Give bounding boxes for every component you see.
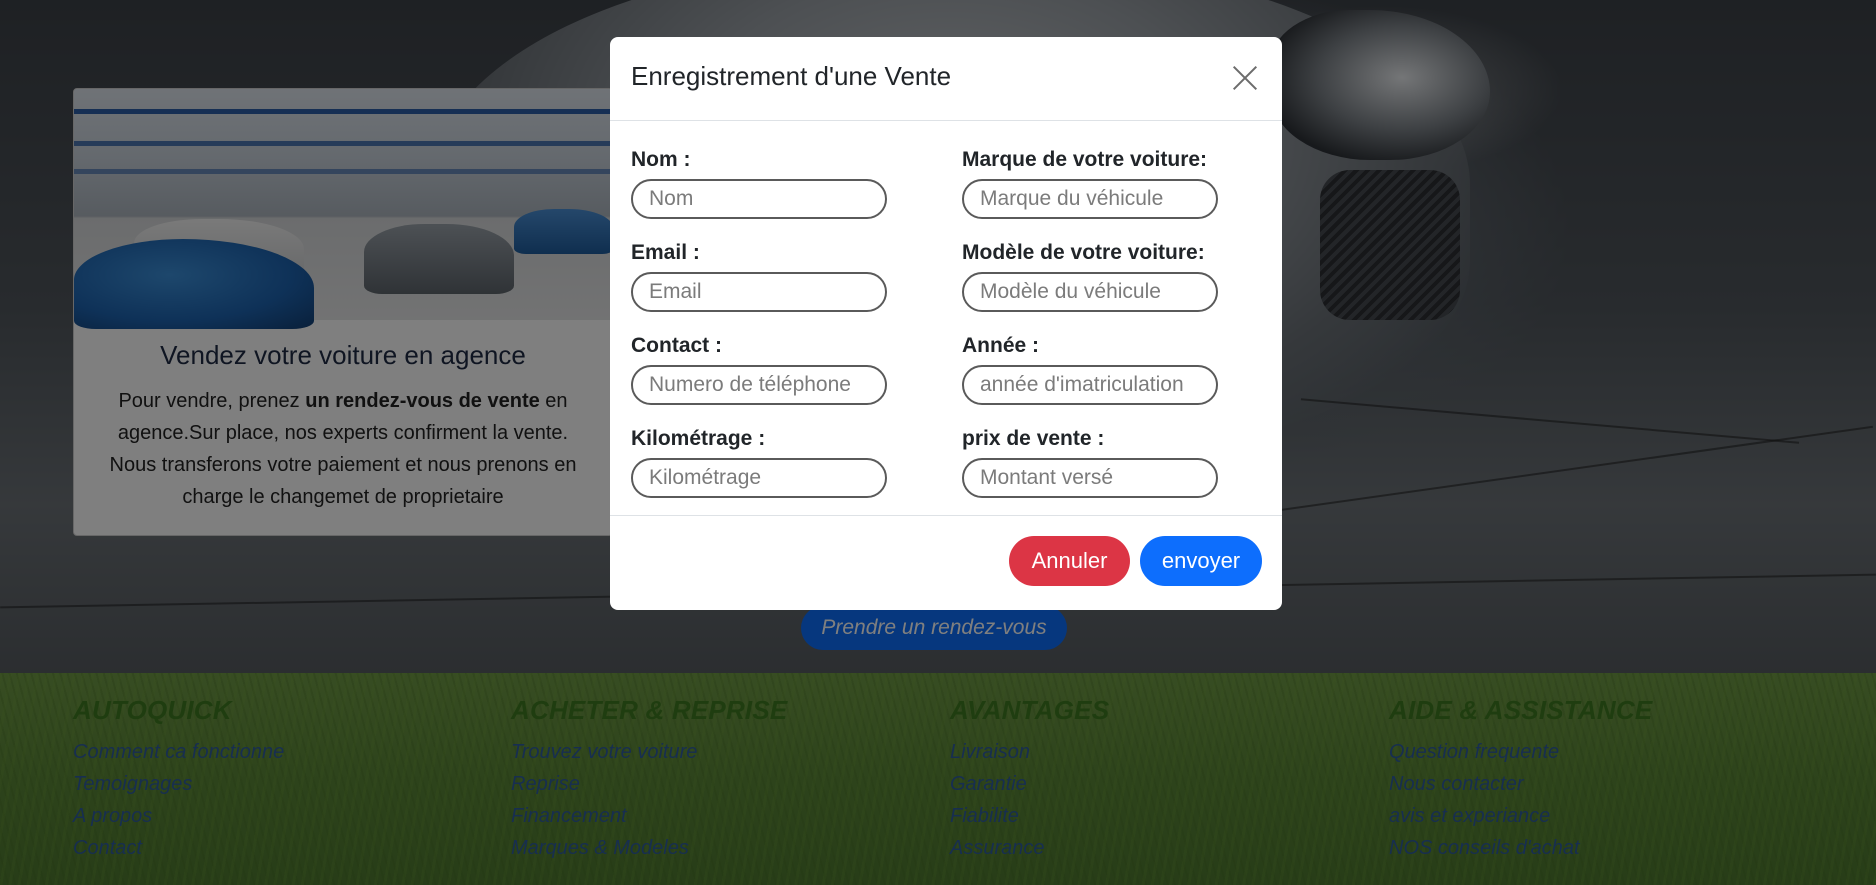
name-field-group: Nom : (631, 148, 887, 219)
contact-field-group: Contact : (631, 334, 887, 405)
brand-field-group: Marque de votre voiture: (962, 148, 1218, 219)
price-label: prix de vente : (962, 427, 1105, 450)
model-input[interactable] (962, 272, 1218, 312)
modal-title: Enregistrement d'une Vente (631, 61, 952, 91)
name-label: Nom : (631, 148, 691, 171)
brand-input[interactable] (962, 179, 1218, 219)
sale-registration-modal: Enregistrement d'une Vente Nom : Email :… (610, 37, 1282, 610)
contact-label: Contact : (631, 334, 722, 357)
modal-footer: Annuler envoyer (610, 515, 1282, 610)
modal-header: Enregistrement d'une Vente (610, 37, 1282, 121)
cancel-button[interactable]: Annuler (1009, 536, 1130, 586)
model-label: Modèle de votre voiture: (962, 241, 1205, 264)
model-field-group: Modèle de votre voiture: (962, 241, 1218, 312)
mileage-label: Kilométrage : (631, 427, 766, 450)
price-field-group: prix de vente : (962, 427, 1218, 498)
email-field-group: Email : (631, 241, 887, 312)
year-label: Année : (962, 334, 1040, 357)
phone-input[interactable] (631, 365, 887, 405)
price-input[interactable] (962, 458, 1218, 498)
mileage-field-group: Kilométrage : (631, 427, 887, 498)
brand-label: Marque de votre voiture: (962, 148, 1208, 171)
send-button[interactable]: envoyer (1140, 536, 1262, 586)
email-label: Email : (631, 241, 700, 264)
year-input[interactable] (962, 365, 1218, 405)
email-input[interactable] (631, 272, 887, 312)
mileage-input[interactable] (631, 458, 887, 498)
name-input[interactable] (631, 179, 887, 219)
year-field-group: Année : (962, 334, 1218, 405)
close-icon[interactable] (1232, 65, 1258, 91)
